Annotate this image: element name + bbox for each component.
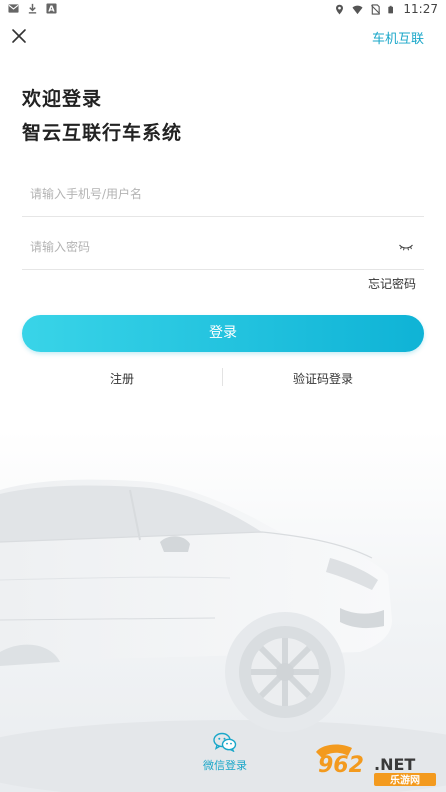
wechat-icon bbox=[213, 732, 237, 752]
status-bar: A 11:27 bbox=[0, 0, 446, 20]
link-divider bbox=[222, 368, 223, 386]
download-icon bbox=[28, 3, 37, 14]
svg-text:A: A bbox=[48, 4, 55, 14]
forgot-password-link[interactable]: 忘记密码 bbox=[368, 275, 416, 292]
status-bar-left-icons: A bbox=[8, 3, 57, 14]
username-input[interactable] bbox=[22, 172, 370, 216]
register-link[interactable]: 注册 bbox=[110, 370, 134, 387]
watermark-logo: 962 .NET 乐游网 bbox=[316, 744, 436, 787]
wifi-icon bbox=[352, 5, 363, 14]
password-field-wrapper bbox=[22, 225, 424, 270]
system-title: 智云互联行车系统 bbox=[22, 122, 183, 144]
code-login-link[interactable]: 验证码登录 bbox=[293, 370, 353, 387]
wechat-login-label: 微信登录 bbox=[203, 759, 247, 772]
status-bar-right-icons: 11:27 bbox=[334, 2, 438, 16]
svg-text:乐游网: 乐游网 bbox=[390, 774, 420, 787]
welcome-title: 欢迎登录 bbox=[22, 88, 103, 110]
wechat-login-button[interactable]: 微信登录 bbox=[200, 732, 250, 773]
a-box-icon: A bbox=[46, 3, 57, 14]
battery-icon bbox=[388, 5, 394, 13]
no-sim-icon bbox=[371, 3, 381, 15]
car-connect-link[interactable]: 车机互联 bbox=[372, 28, 424, 47]
status-time: 11:27 bbox=[403, 2, 438, 16]
mail-icon bbox=[8, 4, 19, 13]
username-field-wrapper bbox=[22, 172, 424, 217]
eye-closed-icon[interactable] bbox=[398, 241, 414, 253]
location-icon bbox=[336, 4, 344, 14]
login-button[interactable]: 登录 bbox=[22, 315, 424, 352]
svg-text:962: 962 bbox=[318, 753, 364, 778]
password-input[interactable] bbox=[22, 225, 370, 269]
svg-text:.NET: .NET bbox=[374, 755, 415, 774]
close-icon[interactable] bbox=[9, 26, 29, 46]
